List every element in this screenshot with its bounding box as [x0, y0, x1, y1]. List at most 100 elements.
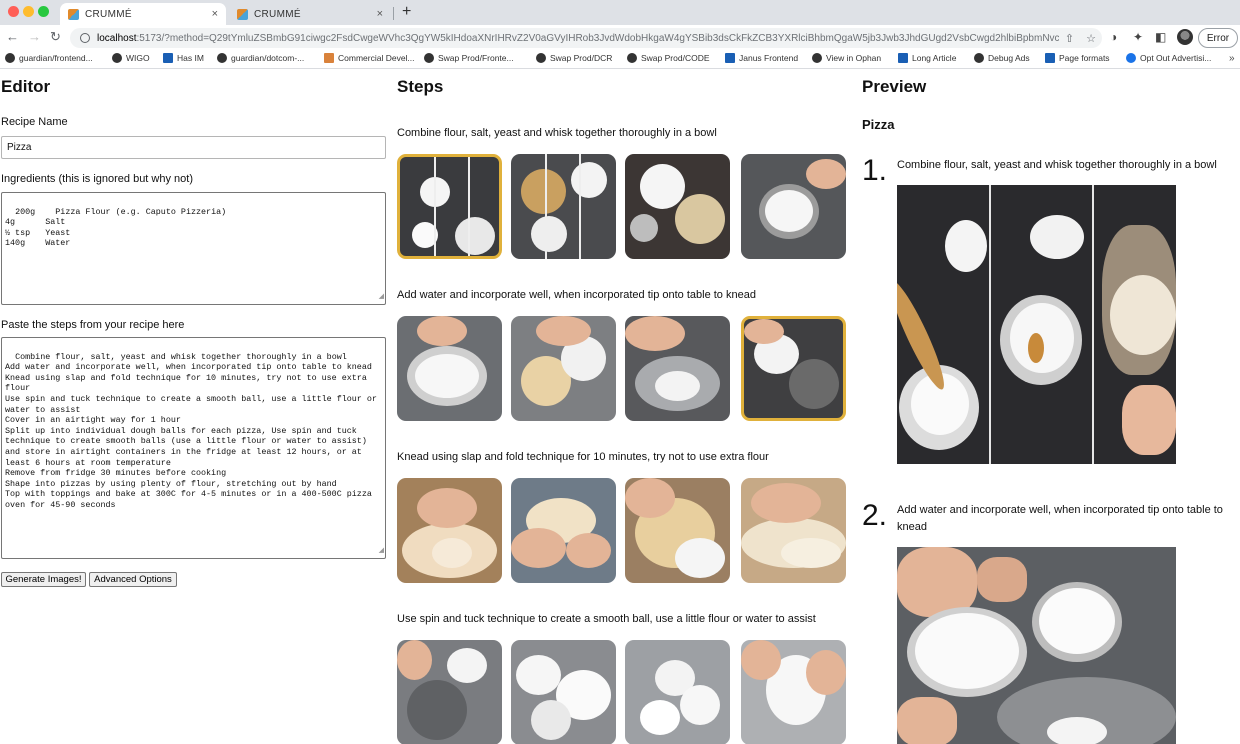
crumme-favicon-icon — [237, 8, 248, 20]
bookmark-item[interactable]: Swap Prod/DCR — [536, 53, 612, 63]
bookmark-item[interactable]: Opt Out Advertisi... — [1126, 53, 1211, 63]
image-detail — [455, 217, 495, 255]
browser-tab-1[interactable]: CRUMMÉ × — [60, 3, 226, 25]
image-detail — [765, 190, 813, 232]
url-text[interactable]: localhost:5173/?method=Q29tYmluZSBmbG91c… — [97, 33, 1059, 44]
step-image-option[interactable] — [625, 640, 730, 744]
steps-textarea[interactable]: Combine flour, salt, yeast and whisk tog… — [1, 337, 386, 559]
step-image-option[interactable] — [511, 154, 616, 259]
globe-icon — [424, 53, 434, 63]
globe-icon — [536, 53, 546, 63]
reload-icon[interactable]: ↻ — [50, 29, 61, 45]
image-detail — [432, 538, 472, 568]
preview-step-number: 2. — [862, 499, 888, 532]
maximize-window-icon[interactable] — [38, 6, 49, 17]
bookmarks-overflow-button[interactable]: » — [1229, 53, 1235, 64]
close-tab-icon[interactable]: × — [377, 8, 383, 20]
site-info-icon[interactable] — [80, 33, 90, 43]
step-image-option[interactable] — [625, 478, 730, 583]
generate-images-button[interactable]: Generate Images! — [1, 572, 86, 587]
bookmark-item[interactable]: Debug Ads — [974, 53, 1030, 63]
close-window-icon[interactable] — [8, 6, 19, 17]
ingredients-label: Ingredients (this is ignored but why not… — [1, 173, 193, 185]
image-detail — [675, 194, 725, 244]
bookmark-label: Debug Ads — [988, 53, 1030, 63]
preview-step-number: 1. — [862, 154, 888, 187]
bookmark-item[interactable]: guardian/frontend... — [5, 53, 93, 63]
image-detail — [417, 488, 477, 528]
forward-arrow-icon[interactable]: → — [28, 29, 41, 44]
image-detail — [806, 159, 846, 189]
github-icon — [5, 53, 15, 63]
bookmark-item[interactable]: Commercial Devel... — [324, 53, 415, 63]
bookmark-item[interactable]: Swap Prod/Fronte... — [424, 53, 514, 63]
bookmark-label: Swap Prod/Fronte... — [438, 53, 514, 63]
browser-tab-bar: CRUMMÉ × CRUMMÉ × + — [0, 0, 1240, 25]
bookmark-label: Commercial Devel... — [338, 53, 415, 63]
image-detail — [521, 169, 566, 214]
error-button[interactable]: Error — [1198, 28, 1238, 48]
minimize-window-icon[interactable] — [23, 6, 34, 17]
guardian-icon — [898, 53, 908, 63]
step-image-option[interactable] — [625, 316, 730, 421]
profile-avatar[interactable] — [1177, 29, 1193, 45]
advanced-options-button[interactable]: Advanced Options — [89, 572, 177, 587]
step-image-option[interactable] — [397, 316, 502, 421]
image-detail — [625, 316, 685, 351]
close-tab-icon[interactable]: × — [212, 8, 218, 20]
preview-recipe-title: Pizza — [862, 117, 895, 132]
step-image-option[interactable] — [397, 640, 502, 744]
step-image-option[interactable] — [511, 316, 616, 421]
bookmark-item[interactable]: Has IM — [163, 53, 204, 63]
bookmark-item[interactable]: guardian/dotcom-... — [217, 53, 304, 63]
bookmark-item[interactable]: WIGO — [112, 53, 150, 63]
bookmark-item[interactable]: Janus Frontend — [725, 53, 798, 63]
step-image-option[interactable] — [741, 154, 846, 259]
back-arrow-icon[interactable]: ← — [6, 29, 19, 44]
image-detail — [397, 640, 432, 680]
share-icon[interactable]: ⇧ — [1065, 32, 1074, 45]
bookmark-label: View in Ophan — [826, 53, 882, 63]
image-detail — [511, 528, 566, 568]
ingredients-text: 200g Pizza Flour (e.g. Caputo Pizzeria) … — [5, 206, 227, 249]
side-panel-icon[interactable]: ◧ — [1155, 30, 1166, 44]
resize-handle-icon[interactable]: ◢ — [379, 546, 384, 557]
bookmark-label: WIGO — [126, 53, 150, 63]
step-image-option[interactable] — [741, 640, 846, 744]
recipe-name-input[interactable] — [1, 136, 386, 159]
globe-icon — [1126, 53, 1136, 63]
bookmark-item[interactable]: Swap Prod/CODE — [627, 53, 710, 63]
step-image-option[interactable] — [397, 154, 502, 259]
bookmark-star-icon[interactable]: ☆ — [1086, 32, 1096, 45]
panel-seam — [579, 154, 581, 259]
bookmark-item[interactable]: Page formats — [1045, 53, 1110, 63]
browser-tab-2[interactable]: CRUMMÉ × — [229, 3, 391, 25]
step-image-option[interactable] — [511, 640, 616, 744]
image-detail — [751, 483, 821, 523]
image-detail — [536, 316, 591, 346]
step-image-option[interactable] — [397, 478, 502, 583]
crumme-favicon-icon — [68, 8, 79, 20]
steps-heading: Steps — [397, 77, 444, 96]
image-detail — [789, 359, 839, 409]
step-image-option[interactable] — [741, 316, 846, 421]
image-detail — [640, 700, 680, 735]
new-tab-button[interactable]: + — [402, 3, 411, 21]
bookmark-item[interactable]: Long Article — [898, 53, 956, 63]
ingredients-textarea[interactable]: 200g Pizza Flour (e.g. Caputo Pizzeria) … — [1, 192, 386, 305]
step-image-option[interactable] — [625, 154, 730, 259]
preview-heading: Preview — [862, 77, 927, 96]
extension-shield-icon[interactable]: ◑ — [1110, 30, 1117, 44]
globe-icon — [112, 53, 122, 63]
bookmark-label: guardian/frontend... — [19, 53, 93, 63]
image-detail — [447, 648, 487, 683]
guardian-icon — [1045, 53, 1055, 63]
bookmark-item[interactable]: View in Ophan — [812, 53, 881, 63]
extensions-puzzle-icon[interactable]: ✦ — [1133, 30, 1143, 44]
github-icon — [217, 53, 227, 63]
step-image-option[interactable] — [741, 478, 846, 583]
step-image-option[interactable] — [511, 478, 616, 583]
resize-handle-icon[interactable]: ◢ — [379, 292, 384, 303]
address-bar[interactable]: localhost:5173/?method=Q29tYmluZSBmbG91c… — [70, 28, 1102, 48]
image-detail — [655, 371, 700, 401]
